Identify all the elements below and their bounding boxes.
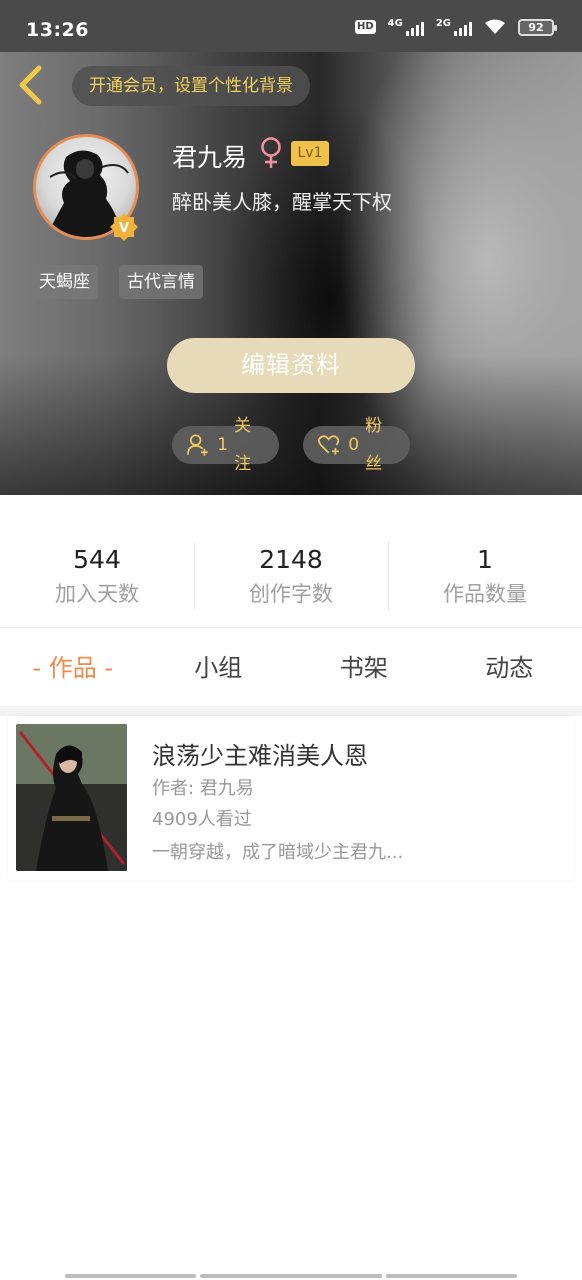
work-author: 作者: 君九易 [152, 778, 254, 799]
status-time: 13:26 [26, 19, 89, 41]
user-plus-icon [187, 434, 208, 456]
signal-4g-icon: 4G [388, 18, 424, 36]
status-bar: 13:26 HD 4G 2G 92 [0, 0, 582, 52]
verified-v-icon: V [110, 213, 138, 241]
profile-tabs: - 作品 - 小组 书架 动态 [0, 640, 582, 696]
tab-works[interactable]: - 作品 - [0, 640, 146, 696]
edit-profile-button[interactable]: 编辑资料 [167, 338, 415, 393]
signal-2g-icon: 2G [436, 18, 472, 36]
nickname: 君九易 [172, 143, 248, 172]
stat-join-days: 544 加入天数 [0, 540, 194, 616]
follow-button[interactable]: 1 关注 [172, 416, 279, 474]
stat-label: 加入天数 [55, 582, 139, 606]
tab-groups[interactable]: 小组 [146, 640, 292, 696]
hd-icon: HD [354, 20, 376, 34]
follow-count: 1 [217, 435, 229, 455]
stat-value: 1 [477, 545, 493, 574]
book-cover-image[interactable] [16, 724, 127, 871]
cover-artwork [16, 724, 127, 871]
female-gender-icon [261, 137, 281, 168]
section-separator [0, 706, 582, 716]
gesture-bar [386, 1274, 517, 1278]
work-title[interactable]: 浪荡少主难消美人恩 [152, 736, 368, 771]
stat-work-count: 1 作品数量 [388, 540, 582, 616]
heart-plus-icon [318, 435, 340, 455]
svg-text:V: V [119, 221, 129, 236]
stat-value: 544 [73, 545, 121, 574]
divider [0, 627, 582, 628]
stats-row: 544 加入天数 2148 创作字数 1 作品数量 [0, 540, 582, 616]
signature: 醉卧美人膝，醒掌天下权 [172, 190, 392, 214]
gesture-bar [65, 1274, 196, 1278]
tag-genre: 古代言情 [119, 265, 203, 299]
gesture-bar [200, 1274, 382, 1278]
wifi-icon [485, 19, 505, 34]
tab-activity[interactable]: 动态 [437, 640, 582, 696]
tab-bookshelf[interactable]: 书架 [291, 640, 437, 696]
vip-background-prompt[interactable]: 开通会员，设置个性化背景 [72, 66, 310, 106]
fans-button[interactable]: 0 粉丝 [303, 416, 410, 474]
follow-label: 关注 [234, 416, 252, 474]
status-icons: HD 4G 2G 92 [354, 18, 557, 36]
level-badge: Lv1 [291, 141, 329, 166]
fans-count: 0 [348, 435, 360, 455]
stat-word-count: 2148 创作字数 [194, 540, 388, 616]
stat-value: 2148 [259, 545, 323, 574]
stat-label: 作品数量 [443, 582, 527, 606]
battery-icon: 92 [518, 18, 557, 36]
stat-label: 创作字数 [249, 582, 333, 606]
fans-label: 粉丝 [365, 416, 383, 474]
work-description: 一朝穿越，成了暗域少主君九... [152, 842, 404, 863]
work-card[interactable]: 浪荡少主难消美人恩 作者: 君九易 4909人看过 一朝穿越，成了暗域少主君九.… [8, 716, 574, 880]
work-views: 4909人看过 [152, 809, 252, 830]
tag-constellation: 天蝎座 [31, 265, 98, 299]
back-arrow-icon[interactable] [12, 62, 52, 108]
